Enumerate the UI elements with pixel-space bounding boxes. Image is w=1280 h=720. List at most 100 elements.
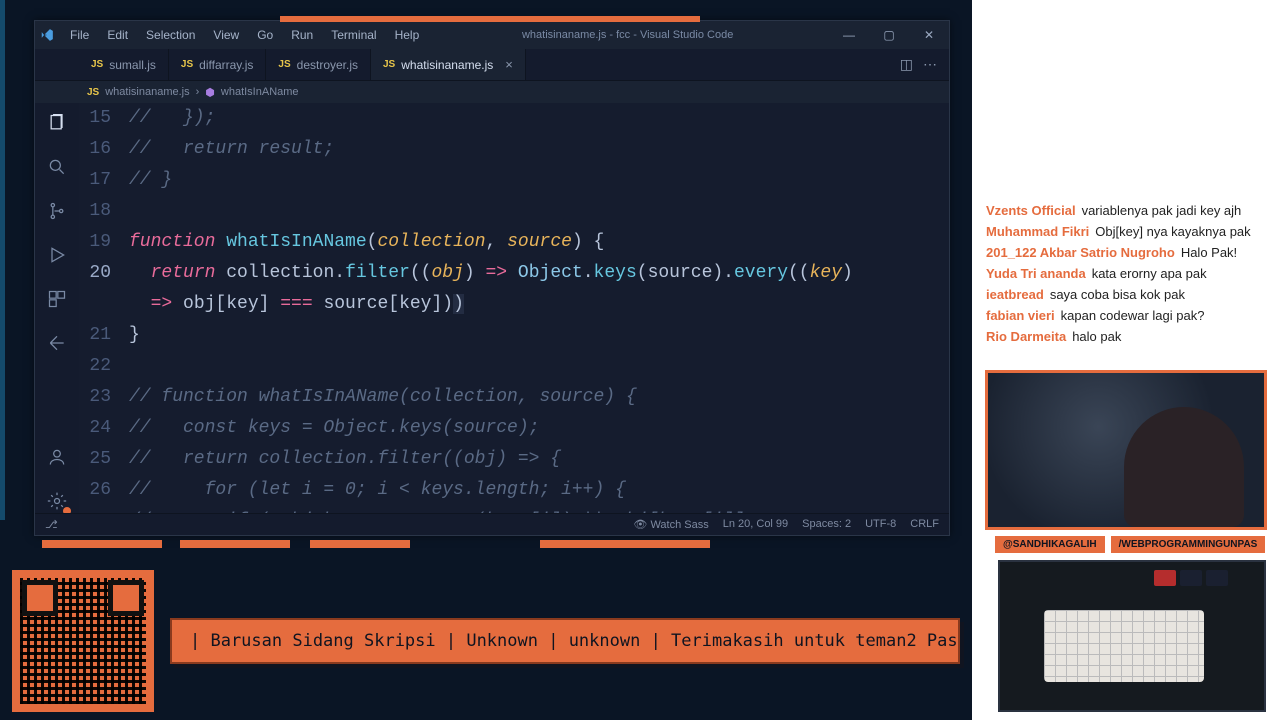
code-line[interactable]: 18	[79, 196, 949, 227]
liveshare-icon[interactable]	[45, 331, 69, 355]
code-line[interactable]: 26// for (let i = 0; i < keys.length; i+…	[79, 475, 949, 506]
status-eol[interactable]: CRLF	[910, 518, 939, 531]
tab-label: diffarray.js	[199, 58, 253, 72]
menu-view[interactable]: View	[206, 24, 246, 46]
account-icon[interactable]	[45, 445, 69, 469]
code-line[interactable]: 19function whatIsInAName(collection, sou…	[79, 227, 949, 258]
code-line[interactable]: 20 return collection.filter((obj) => Obj…	[79, 258, 949, 289]
menu-selection[interactable]: Selection	[139, 24, 202, 46]
code-line[interactable]: 27// if (!obj.hasOwnProperty(keys[i]) ||…	[79, 506, 949, 513]
code-line[interactable]: 16// return result;	[79, 134, 949, 165]
minimize-button[interactable]: —	[829, 21, 869, 49]
channel-label: /WEBPROGRAMMINGUNPAS	[1111, 536, 1266, 553]
code-line[interactable]: 21}	[79, 320, 949, 351]
line-content[interactable]: function whatIsInAName(collection, sourc…	[129, 227, 949, 258]
chat-message: ieatbreadsaya coba bisa kok pak	[980, 284, 1270, 305]
symbol-function-icon: ⬢	[205, 86, 215, 99]
breadcrumb-symbol: whatIsInAName	[221, 86, 299, 98]
menu-run[interactable]: Run	[284, 24, 320, 46]
tab-sumall[interactable]: JS sumall.js	[79, 49, 169, 80]
menu-file[interactable]: File	[63, 24, 96, 46]
desk-cam-feed	[998, 560, 1266, 712]
run-debug-icon[interactable]	[45, 243, 69, 267]
line-content[interactable]: // });	[129, 103, 949, 134]
line-content[interactable]: return collection.filter((obj) => Object…	[129, 258, 949, 289]
line-content[interactable]: // }	[129, 165, 949, 196]
ticker-text: | Barusan Sidang Skripsi | Unknown | unk…	[190, 631, 960, 651]
code-line[interactable]: => obj[key] === source[key]))	[79, 289, 949, 320]
handle-label: @SANDHIKAGALIH	[995, 536, 1105, 553]
status-watch-sass[interactable]: 👁 Watch Sass	[633, 518, 708, 531]
line-content[interactable]: // const keys = Object.keys(source);	[129, 413, 949, 444]
maximize-button[interactable]: ▢	[869, 21, 909, 49]
tab-close-icon[interactable]: ×	[505, 57, 513, 72]
menu-help[interactable]: Help	[388, 24, 427, 46]
search-icon[interactable]	[45, 155, 69, 179]
chat-text: variablenya pak jadi key ajh	[1082, 200, 1242, 221]
more-actions-icon[interactable]: ⋯	[923, 56, 937, 73]
js-icon: JS	[91, 59, 103, 70]
chat-text: Obj[key] nya kayaknya pak	[1095, 221, 1250, 242]
stream-frame-accent	[42, 540, 162, 548]
line-content[interactable]	[129, 196, 949, 227]
tab-label: whatisinaname.js	[401, 58, 493, 72]
explorer-icon[interactable]	[45, 111, 69, 135]
window-title: whatisinaname.js - fcc - Visual Studio C…	[426, 29, 829, 41]
window-controls: — ▢ ✕	[829, 21, 949, 49]
status-spaces[interactable]: Spaces: 2	[802, 518, 851, 531]
status-remote-icon[interactable]: ⎇	[45, 518, 58, 531]
line-content[interactable]: // return collection.filter((obj) => {	[129, 444, 949, 475]
chat-message: Vzents Officialvariablenya pak jadi key …	[980, 200, 1270, 221]
chat-text: saya coba bisa kok pak	[1050, 284, 1185, 305]
tab-whatisinaname[interactable]: JS whatisinaname.js ×	[371, 49, 526, 80]
split-editor-icon[interactable]: ◫	[900, 56, 913, 73]
line-number: 24	[79, 413, 129, 444]
tab-diffarray[interactable]: JS diffarray.js	[169, 49, 266, 80]
menu-terminal[interactable]: Terminal	[324, 24, 383, 46]
status-cursor-pos[interactable]: Ln 20, Col 99	[723, 518, 788, 531]
line-number	[79, 289, 129, 320]
close-button[interactable]: ✕	[909, 21, 949, 49]
line-content[interactable]: // return result;	[129, 134, 949, 165]
activity-bar	[35, 103, 79, 513]
tab-label: destroyer.js	[297, 58, 358, 72]
code-line[interactable]: 23// function whatIsInAName(collection, …	[79, 382, 949, 413]
qr-code	[12, 570, 154, 712]
status-bar: ⎇ 👁 Watch Sass Ln 20, Col 99 Spaces: 2 U…	[35, 513, 949, 535]
menu-go[interactable]: Go	[250, 24, 280, 46]
chat-text: kata erorny apa pak	[1092, 263, 1207, 284]
code-editor[interactable]: 15// });16// return result;17// }1819fun…	[79, 103, 949, 513]
donation-ticker: | Barusan Sidang Skripsi | Unknown | unk…	[170, 618, 960, 664]
line-content[interactable]: // for (let i = 0; i < keys.length; i++)…	[129, 475, 949, 506]
line-number: 27	[79, 506, 129, 513]
chat-username: Yuda Tri ananda	[986, 263, 1086, 284]
menu-edit[interactable]: Edit	[100, 24, 135, 46]
chat-username: Muhammad Fikri	[986, 221, 1089, 242]
code-line[interactable]: 25// return collection.filter((obj) => {	[79, 444, 949, 475]
source-control-icon[interactable]	[45, 199, 69, 223]
line-number: 15	[79, 103, 129, 134]
stream-frame-accent	[540, 540, 710, 548]
line-content[interactable]: // if (!obj.hasOwnProperty(keys[i]) || o…	[129, 506, 949, 513]
js-icon: JS	[383, 59, 395, 70]
chat-message: 201_122 Akbar Satrio NugrohoHalo Pak!	[980, 242, 1270, 263]
chat-message: fabian vierikapan codewar lagi pak?	[980, 305, 1270, 326]
line-content[interactable]: }	[129, 320, 949, 351]
status-encoding[interactable]: UTF-8	[865, 518, 896, 531]
line-number: 25	[79, 444, 129, 475]
code-line[interactable]: 15// });	[79, 103, 949, 134]
breadcrumb[interactable]: JS whatisinaname.js › ⬢ whatIsInAName	[35, 81, 949, 103]
line-content[interactable]: => obj[key] === source[key]))	[129, 289, 949, 320]
webcam-feed	[985, 370, 1267, 530]
settings-icon[interactable]	[45, 489, 69, 513]
tab-label: sumall.js	[109, 58, 156, 72]
extensions-icon[interactable]	[45, 287, 69, 311]
live-chat-panel[interactable]: Vzents Officialvariablenya pak jadi key …	[980, 200, 1270, 360]
line-content[interactable]: // function whatIsInAName(collection, so…	[129, 382, 949, 413]
code-line[interactable]: 24// const keys = Object.keys(source);	[79, 413, 949, 444]
code-line[interactable]: 17// }	[79, 165, 949, 196]
tab-destroyer[interactable]: JS destroyer.js	[266, 49, 371, 80]
chat-message: Muhammad Fikri Obj[key] nya kayaknya pak	[980, 221, 1270, 242]
code-line[interactable]: 22	[79, 351, 949, 382]
line-content[interactable]	[129, 351, 949, 382]
